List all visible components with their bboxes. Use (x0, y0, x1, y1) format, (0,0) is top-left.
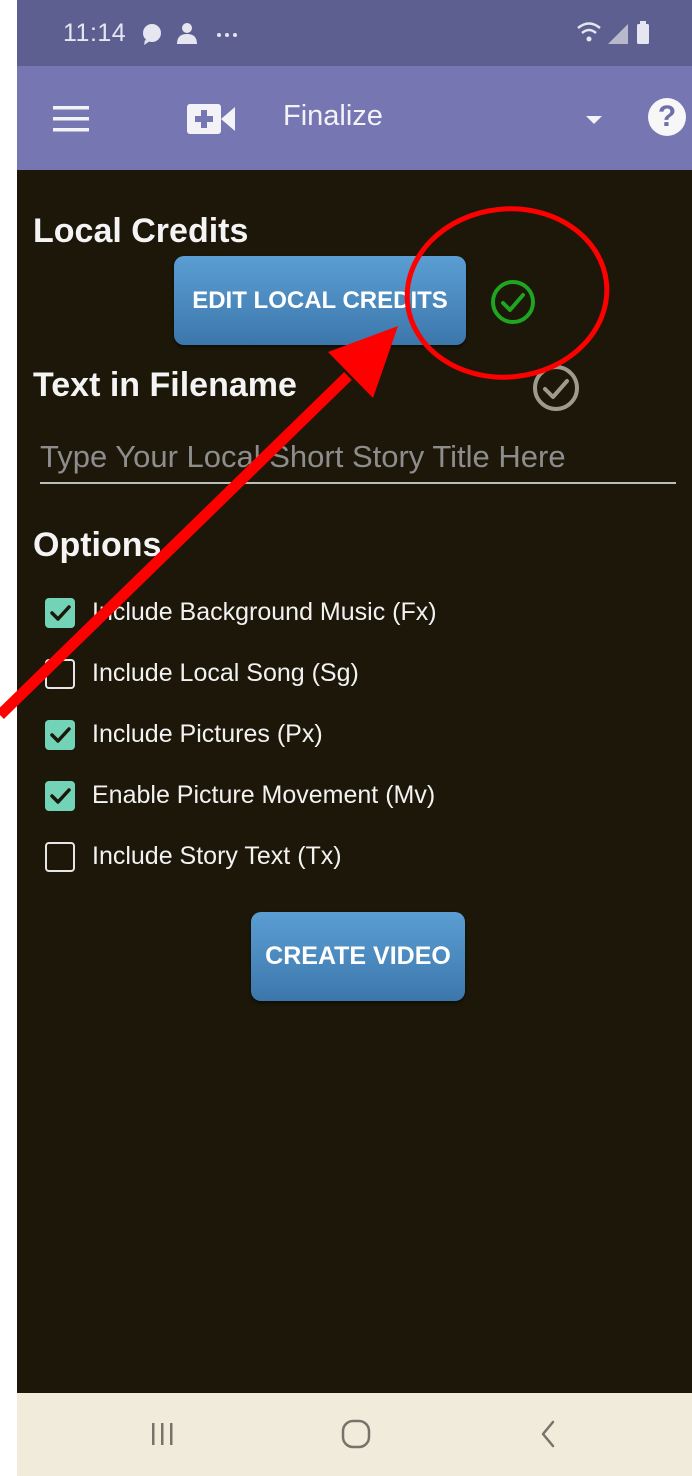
battery-icon (637, 21, 649, 44)
option-picture-movement[interactable]: Enable Picture Movement (Mv) (45, 765, 645, 826)
status-right-icons (577, 21, 649, 44)
status-left-icons (143, 23, 237, 45)
credits-check-circle-icon (491, 280, 535, 324)
app-bar: Finalize ? (17, 66, 692, 170)
checkmark-icon (50, 726, 71, 743)
checkmark-icon (50, 604, 71, 621)
option-label: Include Pictures (Px) (92, 720, 323, 748)
checkmark-icon (50, 787, 71, 804)
dropdown-triangle-icon[interactable] (581, 110, 607, 130)
text-in-filename-heading: Text in Filename (33, 366, 297, 404)
checkbox-checked[interactable] (45, 780, 75, 811)
filename-check-circle-icon (533, 365, 579, 411)
option-pictures[interactable]: Include Pictures (Px) (45, 704, 645, 765)
more-dots-icon (217, 33, 237, 37)
recent-apps-icon[interactable] (147, 1417, 177, 1451)
main-content: Local Credits EDIT LOCAL CREDITS Text in… (17, 170, 692, 1393)
back-icon[interactable] (535, 1417, 561, 1451)
status-bar: 11:14 (17, 0, 692, 66)
help-button[interactable]: ? (648, 98, 686, 136)
create-video-button[interactable]: CREATE VIDEO (251, 912, 465, 1001)
hamburger-menu-icon[interactable] (53, 104, 89, 134)
system-nav-bar (17, 1393, 692, 1476)
option-story-text[interactable]: Include Story Text (Tx) (45, 826, 645, 887)
local-credits-heading: Local Credits (33, 212, 249, 250)
option-label: Include Background Music (Fx) (92, 598, 437, 626)
checkbox-checked[interactable] (45, 597, 75, 628)
status-time: 11:14 (63, 19, 127, 47)
screen-title: Finalize (283, 100, 383, 132)
checkbox-unchecked[interactable] (45, 841, 75, 872)
option-local-song[interactable]: Include Local Song (Sg) (45, 643, 645, 704)
options-heading: Options (33, 526, 162, 564)
add-video-icon (187, 104, 235, 134)
checkbox-checked[interactable] (45, 719, 75, 750)
option-label: Include Local Song (Sg) (92, 659, 359, 687)
option-label: Enable Picture Movement (Mv) (92, 781, 436, 809)
options-list: Include Background Music (Fx) Include Lo… (45, 582, 645, 887)
option-background-music[interactable]: Include Background Music (Fx) (45, 582, 645, 643)
phone-screen: 11:14 Finalize ? Local Credits EDIT LOCA… (17, 0, 692, 1476)
home-icon[interactable] (339, 1417, 373, 1451)
wifi-icon (577, 22, 601, 42)
chat-bubble-icon (143, 24, 161, 45)
edit-local-credits-button[interactable]: EDIT LOCAL CREDITS (174, 256, 466, 345)
checkbox-unchecked[interactable] (45, 658, 75, 689)
cell-signal-icon (608, 24, 628, 44)
option-label: Include Story Text (Tx) (92, 842, 342, 870)
story-title-input[interactable] (40, 432, 676, 484)
person-icon (177, 23, 197, 44)
